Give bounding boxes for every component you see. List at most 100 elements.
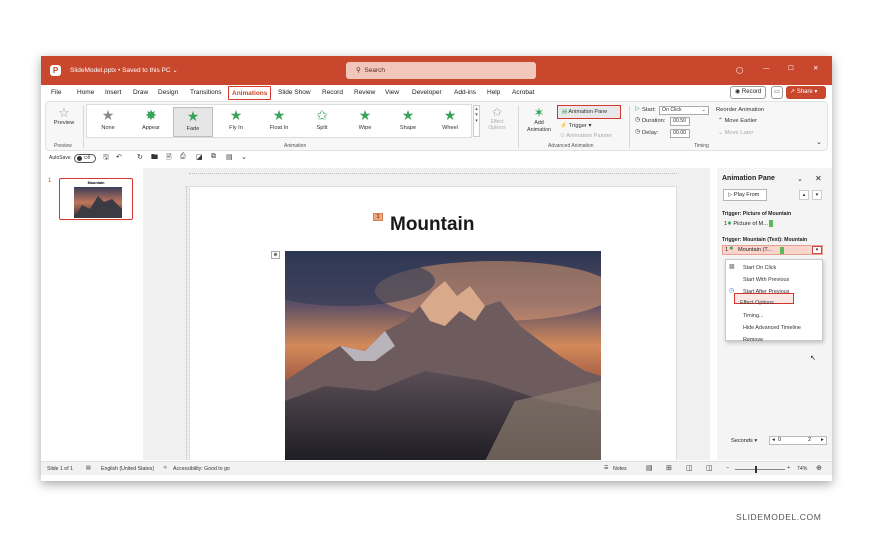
tab-record[interactable]: Record	[322, 89, 343, 96]
notes-button[interactable]: Notes	[613, 466, 627, 472]
thumbnail-image	[74, 187, 122, 218]
delay-input[interactable]: 00.00	[670, 129, 690, 138]
effect-fly-in[interactable]: ★ Fly In	[216, 107, 256, 137]
slide-count: Slide 1 of 1	[47, 466, 73, 472]
close-button[interactable]: ✕	[813, 64, 818, 72]
menu-timing[interactable]: Timing...	[743, 313, 763, 319]
gallery-scroll[interactable]: ▴ ▾ ▾	[473, 105, 480, 137]
maximize-button[interactable]: ☐	[788, 64, 794, 72]
tab-view[interactable]: View	[385, 89, 399, 96]
effect-float-in[interactable]: ★ Float In	[259, 107, 299, 137]
close-icon[interactable]: ✕	[815, 174, 822, 183]
menu-effect-options[interactable]: Effect Options...	[740, 300, 778, 306]
tab-home[interactable]: Home	[77, 89, 94, 96]
duration-input[interactable]: 00.50	[670, 117, 690, 126]
record-button[interactable]: ◉ Record	[730, 86, 766, 99]
effect-wheel[interactable]: ★ Wheel	[430, 107, 470, 137]
tab-add-ins[interactable]: Add-ins	[454, 89, 476, 96]
undo-icon[interactable]: ↶	[116, 153, 122, 161]
share-button[interactable]: ↗ Share ▾	[786, 86, 826, 99]
effect-fade[interactable]: ★ Fade	[173, 107, 213, 137]
play-from-button[interactable]: ▷ Play From	[723, 189, 767, 201]
slide-sorter-icon[interactable]: ⊞	[666, 464, 672, 472]
minimize-button[interactable]: —	[763, 65, 770, 72]
zoom-in-icon[interactable]: +	[787, 465, 790, 471]
move-up-icon[interactable]: ▴	[799, 190, 809, 200]
tab-acrobat[interactable]: Acrobat	[512, 89, 534, 96]
seconds-dropdown[interactable]: Seconds ▾	[731, 438, 757, 444]
zoom-slider[interactable]	[735, 466, 785, 473]
print-icon[interactable]: ⎙	[180, 153, 186, 161]
tab-draw[interactable]: Draw	[133, 89, 148, 96]
reading-view-icon[interactable]: ◫	[686, 464, 693, 472]
tab-slide-show[interactable]: Slide Show	[278, 89, 311, 96]
tab-developer[interactable]: Developer	[412, 89, 442, 96]
autosave-toggle[interactable]: Off	[74, 154, 96, 163]
slideshow-icon[interactable]: ◫	[706, 464, 713, 472]
effect-none[interactable]: ★ None	[88, 107, 128, 137]
slides-icon[interactable]: ▤	[226, 153, 233, 161]
accessibility-status[interactable]: Accessibility: Good to go	[173, 466, 230, 472]
animation-painter-button[interactable]: ✩ Animation Painter	[560, 133, 612, 139]
collapse-ribbon-icon[interactable]: ⌄	[816, 138, 822, 146]
tab-animations[interactable]: Animations	[228, 86, 272, 100]
redo-icon[interactable]: ↻	[137, 153, 143, 161]
language[interactable]: English (United States)	[101, 466, 154, 472]
save-icon[interactable]: 🖫	[103, 153, 109, 164]
animation-item-1[interactable]: 1✸ Picture of M...	[724, 220, 774, 227]
tab-transitions[interactable]: Transitions	[190, 89, 222, 96]
zoom-out-icon[interactable]: −	[726, 465, 729, 471]
move-down-icon[interactable]: ▾	[812, 190, 822, 200]
customize-icon[interactable]: ⌄	[241, 153, 247, 161]
tab-insert[interactable]: Insert	[105, 89, 121, 96]
present-icon[interactable]: ◪	[196, 153, 203, 161]
tab-review[interactable]: Review	[354, 89, 375, 96]
mountain-photo[interactable]	[285, 251, 601, 460]
lightbulb-icon[interactable]: ◯	[736, 66, 743, 74]
add-animation-button[interactable]: ✶ Add Animation	[524, 106, 554, 133]
slide-thumbnail[interactable]: Mountain	[59, 178, 133, 220]
duration-label: Duration:	[642, 118, 666, 124]
notes-page-icon[interactable]: ▤	[86, 465, 91, 471]
animation-pane-button[interactable]: ▤ Animation Pane	[557, 105, 621, 119]
tab-file[interactable]: File	[51, 89, 61, 96]
effect-split[interactable]: ✩ Split	[302, 107, 342, 137]
move-earlier-button[interactable]: ⌃ Move Earlier	[718, 118, 757, 124]
preview-button[interactable]: ☆ Preview	[50, 106, 78, 127]
trigger-button[interactable]: ⚡ Trigger ▾	[560, 123, 591, 129]
copy-icon[interactable]: ⧉	[211, 153, 216, 161]
star-burst-icon: ✸	[727, 220, 732, 227]
move-earlier-label: Move Earlier	[724, 118, 758, 124]
search-box[interactable]: ⚲ Search	[346, 62, 536, 79]
comments-button[interactable]: ▭	[771, 86, 783, 99]
menu-start-on-click[interactable]: Start On Click	[743, 265, 776, 271]
zoom-level[interactable]: 74%	[797, 466, 807, 472]
normal-view-icon[interactable]: ▤	[646, 464, 653, 472]
fit-slide-icon[interactable]: ⊕	[816, 464, 822, 472]
effect-appear[interactable]: ✸ Appear	[131, 107, 171, 137]
new-file-icon[interactable]: 🗎	[166, 153, 172, 164]
effect-options-button[interactable]: ✩ Effect Options	[482, 106, 512, 132]
tab-help[interactable]: Help	[487, 89, 500, 96]
tab-design[interactable]: Design	[158, 89, 178, 96]
effect-wipe[interactable]: ★ Wipe	[345, 107, 385, 137]
menu-start-with-previous[interactable]: Start With Previous	[743, 277, 789, 283]
animation-tag-icon[interactable]: 1	[373, 213, 383, 221]
animation-item-2[interactable]: 1 ✸ Mountain (T... ▾	[722, 245, 823, 255]
move-later-button[interactable]: ⌄ Move Later	[718, 130, 753, 136]
menu-start-after-previous[interactable]: Start After Previous	[743, 289, 789, 295]
folder-icon[interactable]: 🖿	[151, 153, 158, 164]
menu-remove[interactable]: Remove	[743, 337, 763, 343]
menu-hide-advanced-timeline[interactable]: Hide Advanced Timeline	[743, 325, 801, 331]
dropdown-arrow-icon[interactable]: ▾	[812, 246, 822, 254]
timeline-scale[interactable]: ◂ 0 2 ▸	[769, 436, 827, 445]
slide-title[interactable]: Mountain	[390, 214, 474, 236]
zoom-thumb[interactable]	[755, 466, 757, 473]
effect-shape[interactable]: ★ Shape	[388, 107, 428, 137]
file-name[interactable]: SlideModel.pptx • Saved to this PC ⌄	[70, 66, 178, 74]
start-select[interactable]: On Click ⌄	[659, 106, 709, 115]
chevron-down-icon[interactable]: ⌄	[797, 175, 803, 183]
image-animation-tag-icon[interactable]: ⊕	[271, 251, 280, 259]
slide[interactable]: 1 Mountain ⊕	[189, 186, 677, 460]
star-icon: ★	[358, 107, 372, 123]
